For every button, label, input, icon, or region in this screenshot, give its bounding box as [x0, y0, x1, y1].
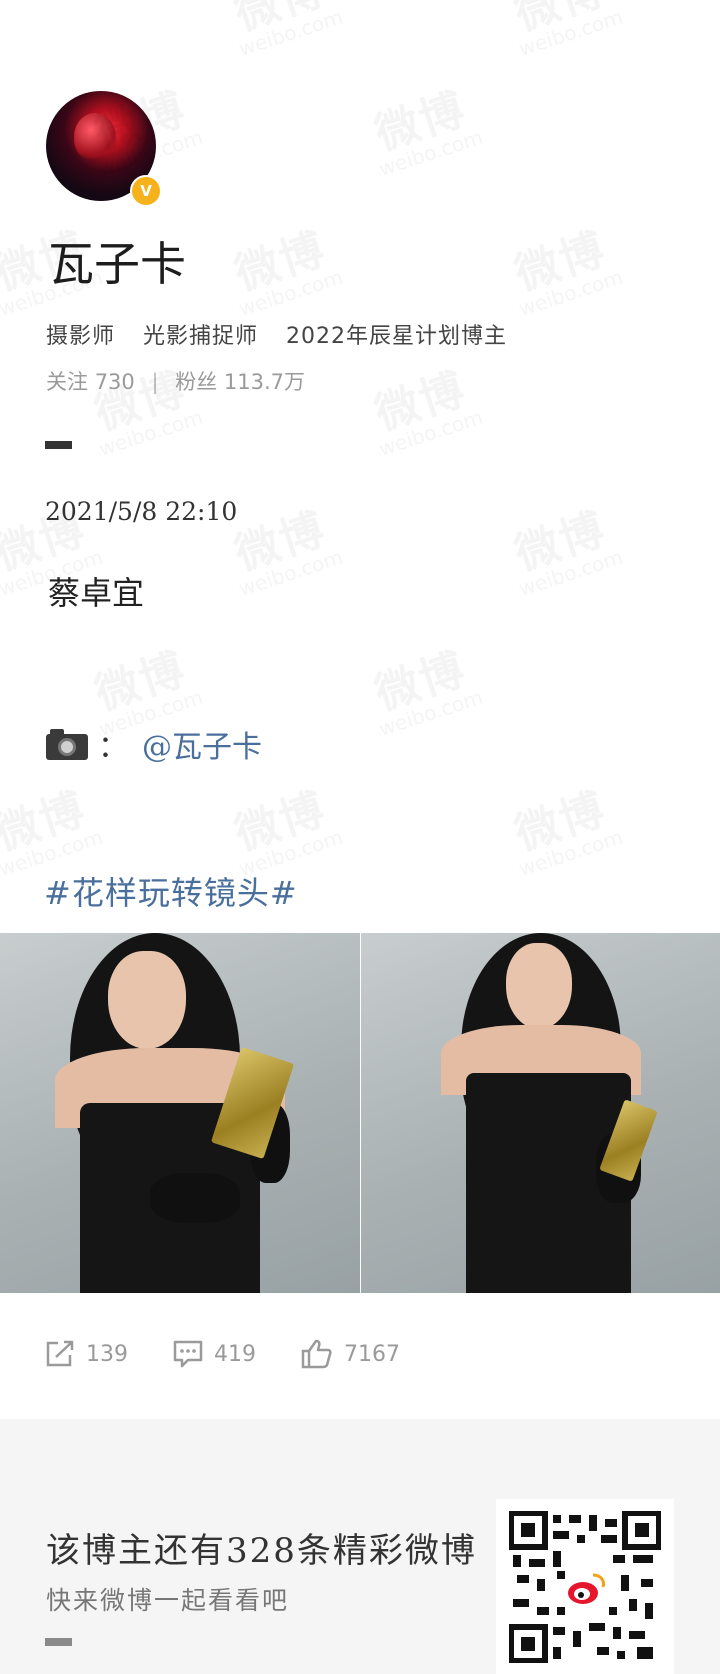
post-timestamp: 2021/5/8 22:10: [45, 497, 238, 526]
watermark: 微博weibo.com: [223, 0, 346, 61]
post-text: 蔡卓宜: [48, 574, 145, 612]
watermark: 微博weibo.com: [223, 504, 346, 601]
repost-button[interactable]: 139: [44, 1339, 128, 1369]
watermark: 微博weibo.com: [223, 784, 346, 881]
verified-badge-icon: V: [130, 175, 162, 207]
like-count: 7167: [344, 1341, 400, 1367]
watermark: 微博weibo.com: [503, 784, 626, 881]
thumbs-up-icon: [301, 1339, 332, 1369]
mention-link[interactable]: @瓦子卡: [142, 722, 262, 766]
footer-subtitle: 快来微博一起看看吧: [46, 1586, 290, 1615]
like-button[interactable]: 7167: [300, 1338, 400, 1370]
watermark: 微博weibo.com: [503, 504, 626, 601]
repost-count: 139: [86, 1341, 128, 1367]
repost-icon: [46, 1340, 74, 1367]
watermark: 微博weibo.com: [0, 784, 106, 881]
section-divider: [45, 441, 72, 449]
bio-tag: 2022年辰星计划博主: [286, 324, 508, 349]
bio-tags: 摄影师 光影捕捉师 2022年辰星计划博主: [46, 318, 527, 350]
credit-colon: ：: [98, 730, 128, 765]
watermark: 微博weibo.com: [363, 364, 486, 461]
bio-tag: 光影捕捉师: [143, 324, 259, 349]
profile-stats: 关注 730 | 粉丝 113.7万: [46, 366, 305, 396]
camera-icon: [46, 728, 88, 761]
username[interactable]: 瓦子卡: [48, 228, 186, 294]
following-count: 730: [94, 370, 135, 394]
photo-credit: ： @瓦子卡: [46, 722, 262, 766]
footer-divider: [45, 1638, 72, 1646]
post-photo-1[interactable]: [0, 933, 360, 1293]
photo-grid: [0, 933, 720, 1293]
comment-count: 419: [214, 1341, 256, 1367]
watermark: 微博weibo.com: [363, 84, 486, 181]
footer-title: 该博主还有328条精彩微博: [46, 1531, 477, 1571]
qr-code-icon: [509, 1511, 661, 1663]
comment-icon: [173, 1340, 203, 1368]
action-bar: 139 419 7167: [44, 1338, 444, 1370]
comment-button[interactable]: 419: [172, 1339, 256, 1369]
post-photo-2[interactable]: [359, 933, 720, 1293]
footer-promo: 该博主还有328条精彩微博 快来微博一起看看吧: [0, 1419, 720, 1674]
following-label: 关注: [46, 370, 88, 394]
topic-hashtag-link[interactable]: #花样玩转镜头#: [44, 868, 298, 914]
stats-divider: |: [151, 370, 159, 394]
qr-code[interactable]: [496, 1499, 674, 1674]
watermark: 微博weibo.com: [503, 0, 626, 61]
followers-label: 粉丝: [175, 370, 218, 394]
followers-count: 113.7万: [223, 370, 306, 394]
bio-tag: 摄影师: [46, 324, 116, 349]
watermark: 微博weibo.com: [223, 224, 346, 321]
watermark: 微博weibo.com: [363, 644, 486, 741]
watermark: 微博weibo.com: [503, 224, 626, 321]
